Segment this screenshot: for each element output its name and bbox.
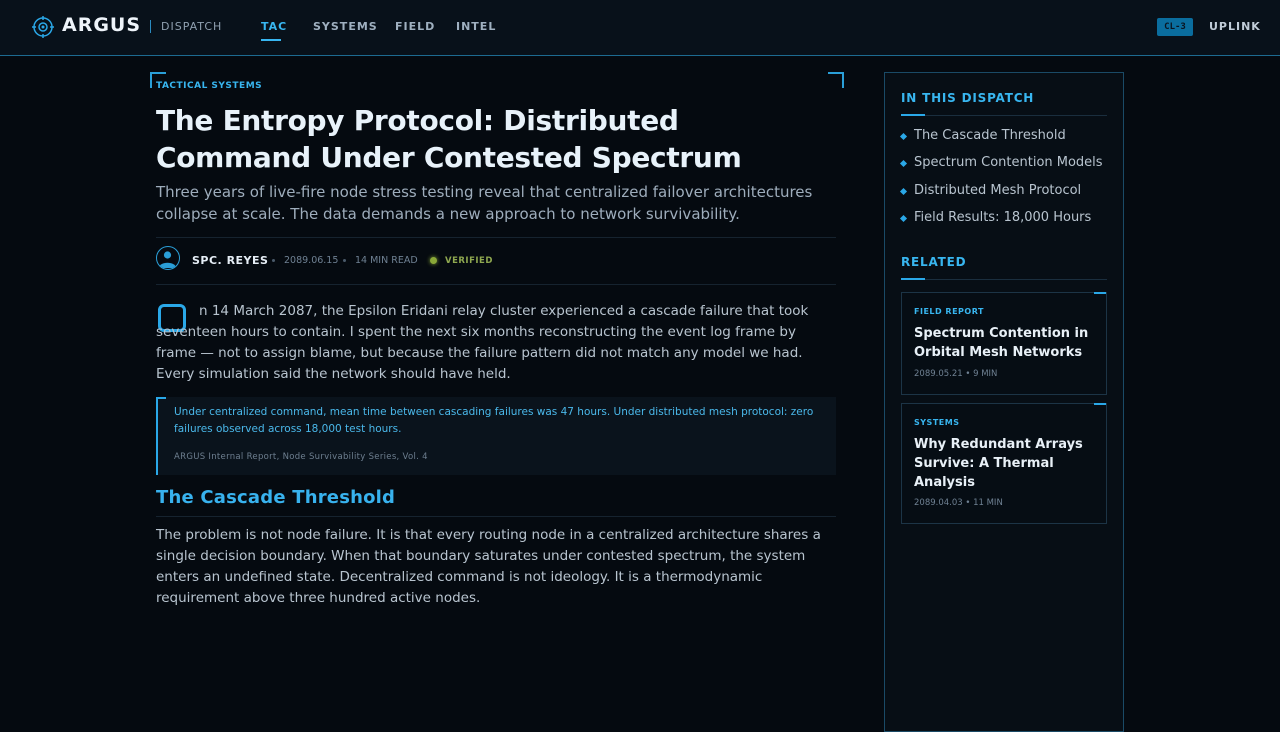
- card-tag: FIELD REPORT: [914, 307, 984, 316]
- target-icon: [32, 16, 54, 38]
- sidebar: [884, 72, 1124, 732]
- pull-quote-text: Under centralized command, mean time bet…: [174, 406, 814, 435]
- card-tag: SYSTEMS: [914, 418, 960, 427]
- section-heading: The Cascade Threshold: [156, 487, 396, 508]
- verified-badge: VERIFIED: [445, 256, 493, 266]
- toc-item-mesh-protocol[interactable]: Distributed Mesh Protocol: [914, 183, 1081, 198]
- card-title[interactable]: Why Redundant Arrays Survive: A Thermal …: [914, 435, 1098, 492]
- section-divider: [156, 516, 836, 517]
- active-nav-indicator: [261, 39, 281, 41]
- frame-corner-right: [828, 72, 844, 88]
- top-nav: ARGUS DISPATCH TAC SYSTEMS FIELD INTEL C…: [0, 0, 1280, 56]
- toc-item-field-results[interactable]: Field Results: 18,000 Hours: [914, 210, 1091, 225]
- card-corner-accent: [1094, 292, 1106, 294]
- avatar[interactable]: [156, 246, 180, 270]
- clearance-badge: CL-3: [1157, 18, 1193, 36]
- card-title[interactable]: Spectrum Contention in Orbital Mesh Netw…: [914, 324, 1098, 362]
- nav-link-systems[interactable]: SYSTEMS: [313, 20, 378, 33]
- article-date: 2089.06.15: [284, 255, 339, 266]
- user-icon: [159, 251, 176, 268]
- pull-quote-source: ARGUS Internal Report, Node Survivabilit…: [174, 452, 428, 462]
- section-label: DISPATCH: [161, 20, 223, 33]
- nav-link-intel[interactable]: INTEL: [456, 20, 496, 33]
- uplink-button[interactable]: UPLINK: [1209, 20, 1261, 33]
- byline-divider-bottom: [156, 284, 836, 285]
- related-divider-accent: [901, 278, 925, 280]
- logo-divider: [150, 20, 151, 33]
- logo[interactable]: ARGUS: [62, 14, 141, 36]
- lead-paragraph: n 14 March 2087, the Epsilon Eridani rel…: [156, 303, 809, 382]
- meta-separator: [343, 259, 346, 262]
- body-paragraph: The problem is not node failure. It is t…: [156, 527, 821, 606]
- nav-link-field[interactable]: FIELD: [395, 20, 435, 33]
- article-kicker[interactable]: TACTICAL SYSTEMS: [156, 81, 262, 91]
- related-divider: [901, 279, 1107, 280]
- article-headline: The Entropy Protocol: Distributed Comman…: [156, 102, 836, 176]
- card-meta: 2089.04.03 • 11 MIN: [914, 498, 1003, 508]
- toc-item-cascade-threshold[interactable]: The Cascade Threshold: [914, 128, 1066, 143]
- meta-separator: [272, 259, 275, 262]
- related-heading: RELATED: [901, 255, 967, 269]
- toc-divider: [901, 115, 1107, 116]
- article-dek: Three years of live-fire node stress tes…: [156, 183, 813, 223]
- nav-link-tac[interactable]: TAC: [261, 20, 287, 33]
- verified-indicator-icon: [430, 257, 437, 264]
- toc-heading: IN THIS DISPATCH: [901, 91, 1035, 105]
- card-meta: 2089.05.21 • 9 MIN: [914, 369, 998, 379]
- toc-item-spectrum-contention[interactable]: Spectrum Contention Models: [914, 155, 1103, 170]
- toc-divider-accent: [901, 114, 925, 116]
- byline-divider-top: [156, 237, 836, 238]
- pull-quote-accent: [158, 397, 166, 399]
- card-corner-accent: [1094, 403, 1106, 405]
- headline-line-1: The Entropy Protocol: Distributed: [156, 104, 679, 137]
- author-name[interactable]: SPC. REYES: [192, 254, 268, 267]
- headline-line-2: Command Under Contested Spectrum: [156, 141, 742, 174]
- read-time: 14 MIN READ: [355, 255, 418, 266]
